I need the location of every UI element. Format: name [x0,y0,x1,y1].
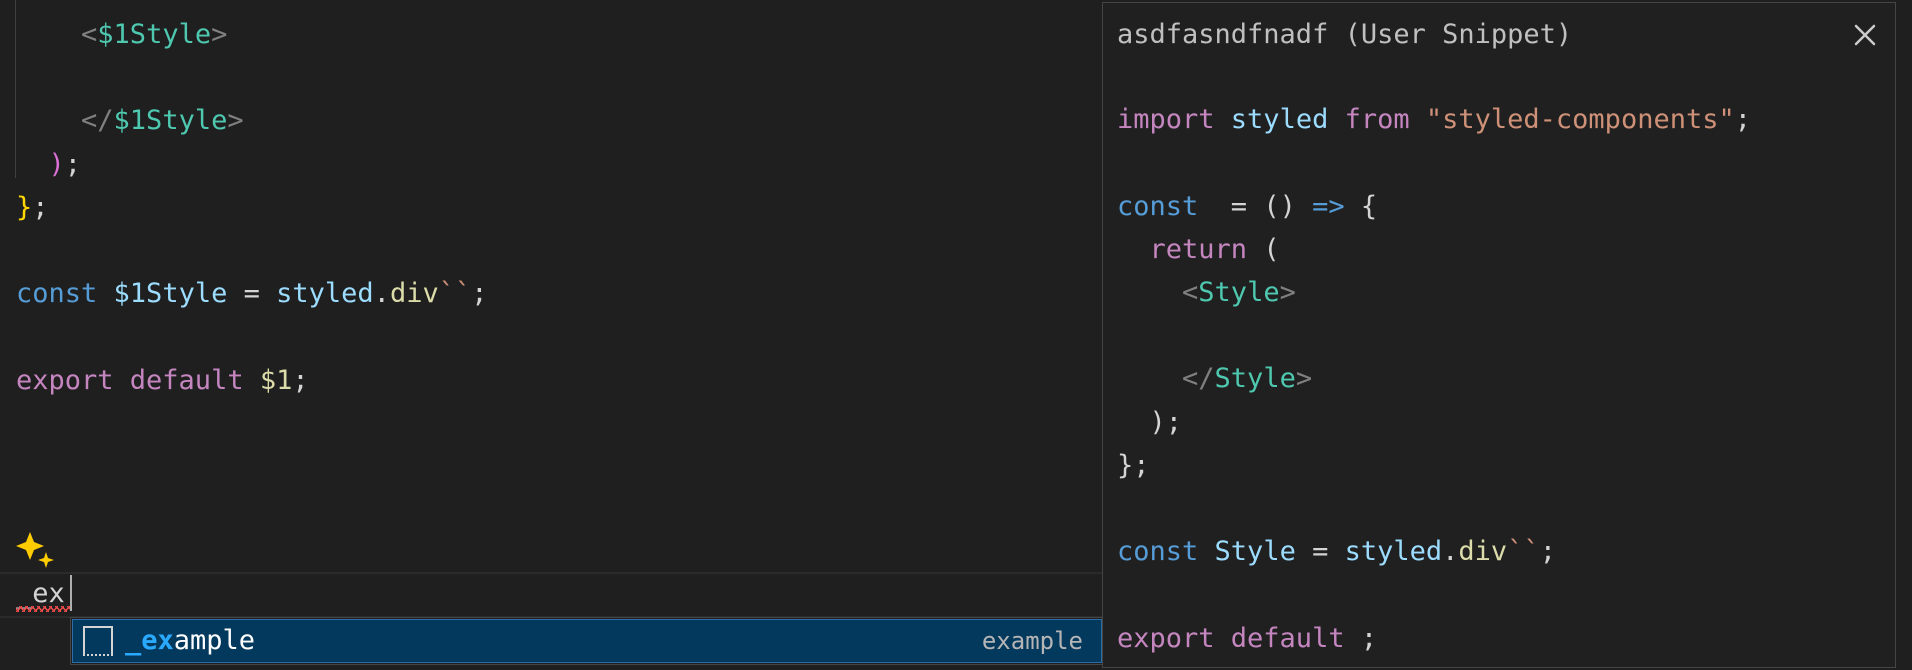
code-token: styled [1230,104,1345,136]
code-token: > [1279,277,1296,308]
sparkle-icon[interactable] [16,530,56,570]
code-token: < [1182,277,1199,308]
details-title: asdfasndfnadf (User Snippet) [1117,19,1573,50]
code-token: styled [1344,536,1443,568]
code-token: ; [64,148,82,180]
code-token: Style [1198,277,1280,308]
code-line: const $1Style = styled.div``; [16,272,488,315]
suggest-item-label: _example [125,620,255,662]
code-line: export default ; [1117,617,1377,660]
code-line: <$1Style> [16,13,227,56]
code-token: const [1117,190,1215,222]
code-token: . [373,278,390,310]
code-token: > [1295,363,1313,395]
code-token: `` [1507,536,1540,568]
code-token: }; [1117,449,1150,481]
code-token: ) [48,148,65,180]
code-line: return ( [1117,228,1280,271]
suggest-label-match: _ex [125,625,174,656]
code-token: return [1149,233,1248,265]
code-token: = () [1214,190,1313,222]
code-token: = [227,278,277,310]
code-token: > [211,19,228,50]
code-token: </ [1182,363,1215,395]
code-token: = [1295,536,1345,568]
code-token: $1 [259,364,293,396]
text-cursor [70,575,72,611]
code-token: ; [32,191,49,223]
code-token: < [81,19,98,50]
code-line: ); [16,143,82,186]
code-token: $1Style [97,19,212,50]
code-token: div [1458,536,1508,568]
code-line: const = () => { [1117,185,1377,228]
code-token: const [16,278,114,310]
code-line: export default $1; [16,359,309,402]
code-token: > [227,105,244,137]
suggest-item-example[interactable]: _example example [72,619,1102,663]
code-token: "styled-components" [1425,104,1735,136]
code-token: Style [1214,363,1296,395]
current-line-highlight [0,572,1102,618]
code-token: `` [438,278,472,310]
code-token: import [1117,104,1231,136]
code-token: ( [1247,233,1280,265]
code-line: </Style> [1117,357,1312,400]
code-token: from [1344,104,1426,136]
code-token: $1Style [113,105,228,137]
suggest-widget[interactable]: _example example [70,617,1104,665]
code-token: } [16,191,33,223]
code-token: export default [16,364,260,396]
code-token: ; [1360,622,1378,654]
code-token: . [1442,536,1459,568]
code-token: ; [1539,536,1556,568]
code-token: </ [81,105,114,137]
code-token: { [1344,190,1378,222]
code-line: }; [1117,444,1150,487]
code-line: }; [16,186,49,229]
error-squiggle [16,606,70,612]
code-token: ); [1149,406,1183,438]
code-token: div [389,278,439,310]
code-token: const [1117,536,1215,568]
code-token: export default [1117,622,1361,654]
suggest-details-panel: asdfasndfnadf (User Snippet) import styl… [1102,2,1896,668]
code-token: ; [471,278,488,310]
close-icon[interactable] [1851,21,1879,49]
code-line: const Style = styled.div``; [1117,530,1556,573]
suggest-item-detail: example [981,627,1083,655]
code-token: ; [1734,104,1751,136]
code-token: $1Style [113,278,228,310]
suggest-label-rest: ample [173,625,256,656]
code-token: Style [1214,536,1296,568]
code-token: => [1312,190,1345,222]
code-line: ); [1117,401,1183,444]
code-token: styled [276,278,374,310]
code-line: import styled from "styled-components"; [1117,98,1751,141]
code-token: ; [292,364,309,396]
code-line: </$1Style> [16,99,244,142]
code-line: <Style> [1117,271,1296,314]
snippet-icon [83,626,113,656]
